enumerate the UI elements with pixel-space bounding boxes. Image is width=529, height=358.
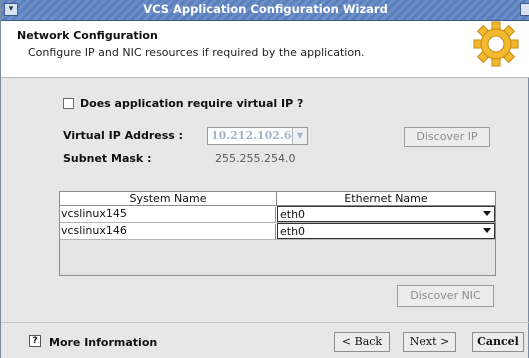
virtual-ip-checkbox-label[interactable]: Does application require virtual IP ? bbox=[80, 97, 303, 110]
window-control-button[interactable] bbox=[520, 3, 529, 16]
ethernet-value: eth0 bbox=[280, 225, 306, 238]
next-button[interactable]: Next > bbox=[403, 332, 456, 352]
subnet-mask-label: Subnet Mask : bbox=[63, 152, 152, 165]
table-row[interactable]: vcslinux145 eth0 bbox=[60, 206, 495, 223]
chevron-down-icon[interactable] bbox=[483, 211, 491, 216]
ethernet-select[interactable]: eth0 bbox=[277, 206, 495, 222]
discover-nic-button[interactable]: Discover NIC bbox=[397, 285, 494, 307]
cancel-button[interactable]: Cancel bbox=[472, 332, 524, 352]
virtual-ip-label: Virtual IP Address : bbox=[63, 129, 184, 142]
system-name-cell[interactable]: vcslinux146 bbox=[61, 224, 276, 239]
ethernet-value: eth0 bbox=[280, 208, 306, 221]
wizard-header: Network Configuration Configure IP and N… bbox=[1, 21, 529, 78]
virtual-ip-checkbox[interactable] bbox=[63, 98, 74, 109]
back-button[interactable]: < Back bbox=[334, 332, 390, 352]
page-subtitle: Configure IP and NIC resources if requir… bbox=[28, 46, 365, 59]
nic-table: System Name Ethernet Name vcslinux145 et… bbox=[59, 191, 496, 276]
window-title: VCS Application Configuration Wizard bbox=[143, 2, 388, 16]
column-header-ethernet-name[interactable]: Ethernet Name bbox=[277, 192, 495, 205]
system-name-cell[interactable]: vcslinux145 bbox=[61, 207, 276, 222]
gear-icon bbox=[473, 21, 519, 67]
table-row[interactable]: vcslinux146 eth0 bbox=[60, 223, 495, 240]
help-icon[interactable]: ? bbox=[29, 335, 41, 347]
more-information-link[interactable]: More Information bbox=[49, 336, 157, 349]
chevron-down-icon[interactable] bbox=[483, 228, 491, 233]
column-header-system-name[interactable]: System Name bbox=[60, 192, 277, 205]
title-bar[interactable]: ▾ VCS Application Configuration Wizard bbox=[1, 0, 529, 21]
footer-divider bbox=[1, 322, 529, 323]
wizard-window: ▾ VCS Application Configuration Wizard N… bbox=[0, 0, 529, 358]
discover-ip-button[interactable]: Discover IP bbox=[404, 127, 490, 147]
chevron-down-icon[interactable]: ▼ bbox=[292, 128, 307, 144]
subnet-mask-value: 255.255.254.0 bbox=[215, 152, 296, 165]
page-title: Network Configuration bbox=[17, 29, 158, 42]
ethernet-select[interactable]: eth0 bbox=[277, 223, 495, 239]
virtual-ip-select[interactable]: 10.212.102.69 ▼ bbox=[207, 127, 308, 145]
table-header: System Name Ethernet Name bbox=[60, 192, 495, 206]
virtual-ip-value: 10.212.102.69 bbox=[211, 129, 300, 142]
